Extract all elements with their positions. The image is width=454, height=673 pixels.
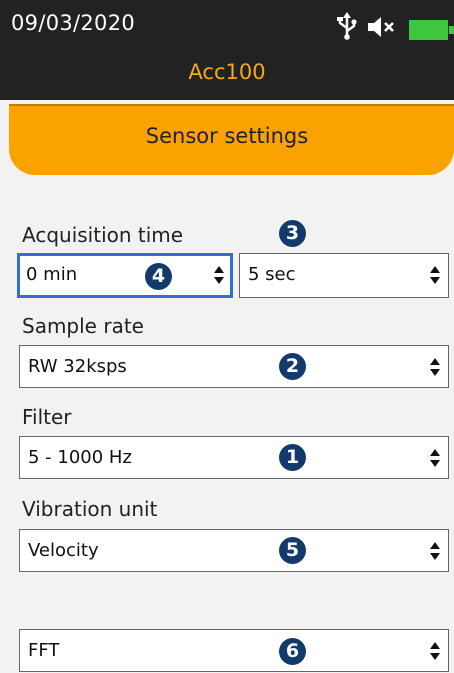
sample-rate-value: RW 32ksps xyxy=(28,356,127,377)
acquisition-seconds-value: 5 sec xyxy=(248,264,296,285)
analysis-type-select[interactable]: FFT xyxy=(19,629,449,672)
filter-label: Filter xyxy=(22,405,72,429)
select-arrows-icon xyxy=(214,266,224,284)
acquisition-time-label: Acquisition time xyxy=(22,223,184,247)
page-title: Sensor settings xyxy=(145,124,309,148)
select-arrows-icon xyxy=(430,642,440,660)
callout-badge-4: 4 xyxy=(145,263,172,290)
date-display: 09/03/2020 xyxy=(11,11,136,35)
callout-badge-2: 2 xyxy=(279,353,306,380)
analysis-type-value: FFT xyxy=(28,640,60,661)
callout-badge-1: 1 xyxy=(279,444,306,471)
vibration-unit-label: Vibration unit xyxy=(22,497,158,521)
acquisition-minutes-value: 0 min xyxy=(26,264,78,285)
acquisition-seconds-select[interactable]: 5 sec xyxy=(239,253,449,298)
sample-rate-select[interactable]: RW 32ksps xyxy=(19,345,449,388)
device-name: Acc100 xyxy=(188,60,266,84)
callout-badge-3: 3 xyxy=(279,220,306,247)
speaker-muted-icon xyxy=(368,17,394,37)
device-screen: 09/03/2020 Acc100 Sensor settings Acquis… xyxy=(0,0,454,673)
vibration-unit-value: Velocity xyxy=(28,540,99,561)
callout-badge-6: 6 xyxy=(279,638,306,665)
select-arrows-icon xyxy=(430,358,440,376)
vibration-unit-select[interactable]: Velocity xyxy=(19,529,449,572)
select-arrows-icon xyxy=(430,542,440,560)
acquisition-minutes-select[interactable]: 0 min xyxy=(17,253,233,298)
select-arrows-icon xyxy=(430,449,440,467)
select-arrows-icon xyxy=(430,266,440,284)
sample-rate-label: Sample rate xyxy=(22,314,144,338)
battery-icon xyxy=(409,20,454,40)
filter-select[interactable]: 5 - 1000 Hz xyxy=(19,436,449,479)
filter-value: 5 - 1000 Hz xyxy=(28,447,132,468)
callout-badge-5: 5 xyxy=(279,537,306,564)
usb-icon xyxy=(337,12,357,40)
status-bar: 09/03/2020 Acc100 xyxy=(0,0,454,100)
